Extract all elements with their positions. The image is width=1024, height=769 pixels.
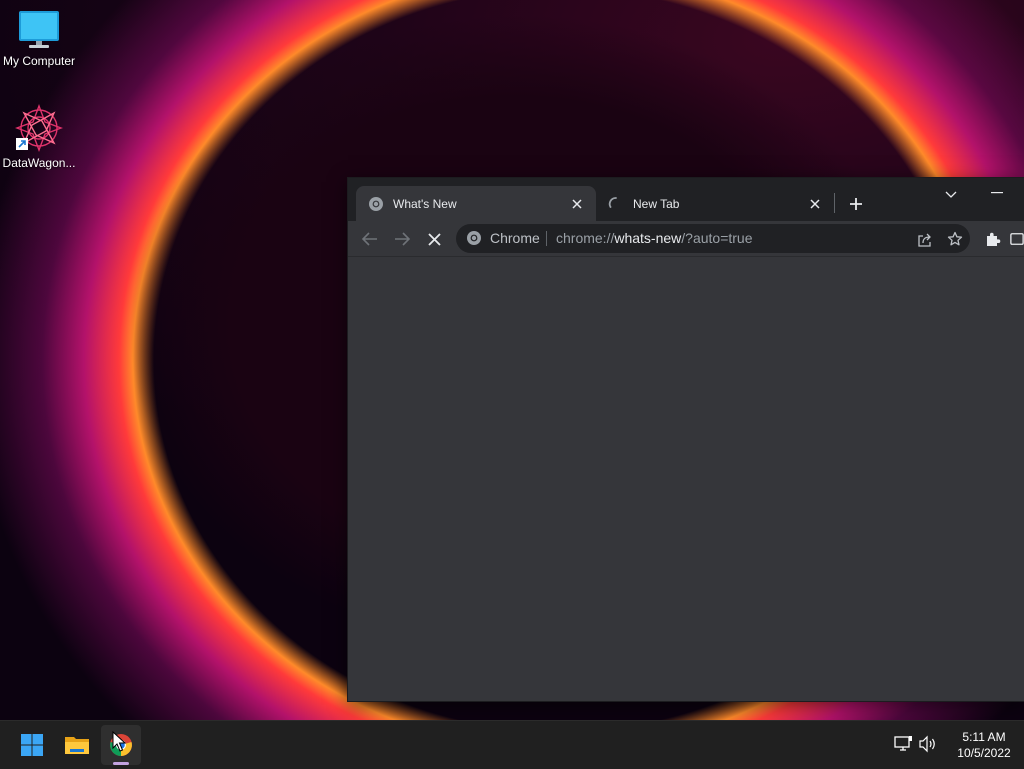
puzzle-icon <box>987 232 1001 246</box>
folder-icon <box>65 737 89 754</box>
tab-new-tab[interactable]: New Tab <box>596 186 834 221</box>
back-button[interactable] <box>357 226 383 252</box>
desktop-icon-datawagon[interactable]: DataWagon... <box>0 104 78 170</box>
new-tab-button[interactable] <box>844 192 868 216</box>
minimize-button[interactable] <box>984 182 1010 204</box>
close-icon <box>427 232 441 246</box>
chrome-icon <box>467 231 481 245</box>
tab-title: New Tab <box>633 196 680 211</box>
close-tab-button[interactable] <box>566 193 588 215</box>
tab-divider <box>834 193 835 213</box>
tab-search-button[interactable] <box>940 184 962 206</box>
loading-spinner-icon <box>608 196 617 208</box>
desktop-icon-label: DataWagon... <box>2 156 76 170</box>
taskbar: 5:11 AM 10/5/2022 <box>0 720 1024 769</box>
close-icon <box>572 198 582 209</box>
start-button[interactable] <box>12 725 52 765</box>
stop-loading-button[interactable] <box>421 226 447 252</box>
browser-window: What's New New Tab Chrome chrome://whats… <box>348 178 1024 701</box>
chrome-favicon-icon <box>369 196 383 211</box>
close-icon <box>810 198 820 209</box>
site-chip-label[interactable]: Chrome <box>490 230 540 246</box>
tab-strip: What's New New Tab <box>348 178 1024 221</box>
url-host: whats-new <box>614 230 682 246</box>
desktop-icon-label: My Computer <box>2 54 76 68</box>
url-text[interactable]: chrome://whats-new/?auto=true <box>556 230 753 246</box>
side-panel-button[interactable] <box>1010 226 1024 252</box>
star-icon <box>947 231 963 246</box>
browser-toolbar: Chrome chrome://whats-new/?auto=true <box>348 221 1024 257</box>
file-explorer-button[interactable] <box>57 725 97 765</box>
tab-title: What's New <box>393 196 457 211</box>
active-app-indicator <box>113 762 129 765</box>
minimize-icon <box>991 192 1003 194</box>
tab-whats-new[interactable]: What's New <box>356 186 596 221</box>
side-panel-icon <box>1010 233 1024 245</box>
extensions-button[interactable] <box>980 226 1006 252</box>
clock-date: 10/5/2022 <box>957 746 1011 760</box>
mouse-cursor-icon <box>112 731 126 752</box>
chevron-down-icon <box>945 191 957 198</box>
bookmark-button[interactable] <box>942 226 968 252</box>
url-scheme: chrome:// <box>556 230 615 246</box>
url-path: /?auto=true <box>681 230 753 246</box>
clock-time: 5:11 AM <box>962 730 1006 744</box>
monitor-icon <box>19 11 59 48</box>
volume-icon[interactable] <box>918 735 938 758</box>
network-icon[interactable] <box>894 735 914 758</box>
arrow-right-icon <box>395 232 410 246</box>
windows-logo-icon <box>21 734 43 756</box>
share-icon <box>918 233 931 247</box>
share-button[interactable] <box>912 226 938 252</box>
forward-button[interactable] <box>389 226 415 252</box>
desktop-icon-my-computer[interactable]: My Computer <box>0 8 78 68</box>
close-tab-button[interactable] <box>804 193 826 215</box>
system-clock[interactable]: 5:11 AM 10/5/2022 <box>944 729 1024 761</box>
datawagon-logo-icon <box>15 104 63 152</box>
plus-icon <box>850 198 862 210</box>
address-bar[interactable]: Chrome chrome://whats-new/?auto=true <box>456 224 970 253</box>
omnibox-separator <box>546 231 547 246</box>
arrow-left-icon <box>362 232 377 246</box>
page-content <box>348 257 1024 701</box>
